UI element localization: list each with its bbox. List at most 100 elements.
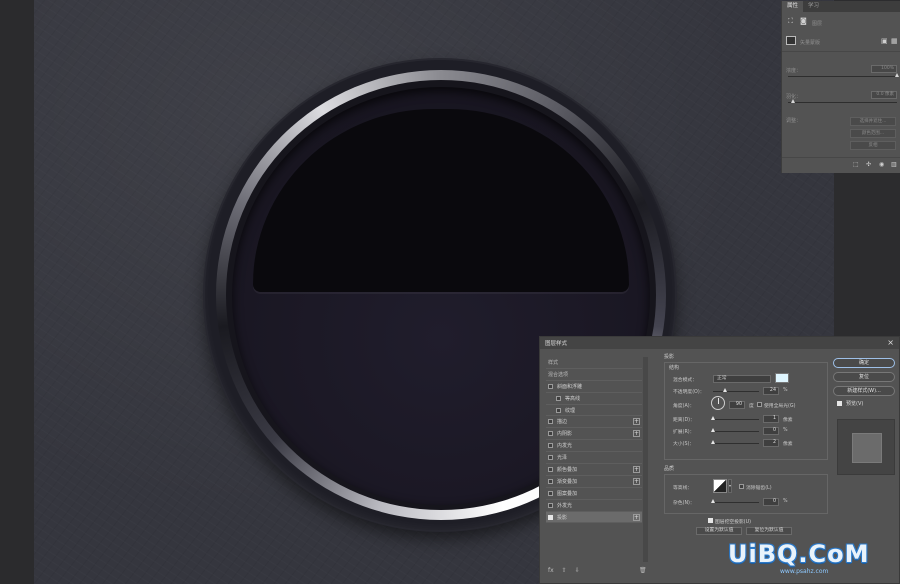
- close-icon[interactable]: ×: [887, 339, 894, 347]
- tab-properties[interactable]: 属性: [782, 1, 804, 12]
- style-preview-swatch: [853, 434, 881, 462]
- density-slider[interactable]: [788, 73, 899, 77]
- style-item[interactable]: 颜色叠加 +: [546, 464, 642, 476]
- distance-label: 距离(D)：: [673, 418, 695, 423]
- opacity-slider[interactable]: [713, 388, 759, 392]
- style-item[interactable]: 混合选项: [546, 369, 642, 381]
- style-item[interactable]: 外发光: [546, 500, 642, 512]
- style-checkbox[interactable]: [548, 431, 553, 437]
- color-range-button[interactable]: 颜色范围...: [850, 129, 896, 138]
- ok-button[interactable]: 确定: [833, 358, 895, 368]
- distance-knob[interactable]: [711, 416, 715, 420]
- density-value[interactable]: 100%: [871, 65, 897, 73]
- angle-dial[interactable]: [711, 396, 725, 410]
- add-style-icon[interactable]: +: [633, 513, 640, 521]
- noise-input[interactable]: 0: [763, 498, 779, 506]
- dialog-buttons: 确定 复位 新建样式(W)... 预览(V): [833, 358, 895, 407]
- style-item[interactable]: 光泽: [546, 452, 642, 465]
- size-input[interactable]: 2: [763, 439, 779, 447]
- noise-slider[interactable]: [711, 499, 759, 503]
- style-checkbox[interactable]: [548, 514, 553, 520]
- distance-unit: 像素: [783, 418, 793, 423]
- style-item-label: 纹理: [565, 407, 576, 414]
- distance-input[interactable]: 1: [763, 415, 779, 423]
- knockout-checkbox[interactable]: [708, 518, 713, 523]
- feather-slider[interactable]: [788, 99, 897, 103]
- reset-default-button[interactable]: 复位为默认值: [746, 527, 792, 535]
- style-checkbox[interactable]: [548, 383, 553, 389]
- cancel-button[interactable]: 复位: [833, 372, 895, 382]
- style-item[interactable]: 等高线: [546, 393, 642, 405]
- style-item[interactable]: 图案叠加: [546, 488, 642, 500]
- pixel-mask-icon[interactable]: ⛶: [788, 18, 793, 25]
- vector-mask-icon[interactable]: ◙: [800, 18, 807, 25]
- add-mask-icon[interactable]: ▣: [881, 38, 888, 45]
- size-knob[interactable]: [711, 440, 715, 444]
- style-item-label: 内发光: [557, 443, 573, 450]
- antialias-checkbox[interactable]: [739, 484, 744, 489]
- style-item-label: 外发光: [557, 502, 573, 509]
- spread-input[interactable]: 0: [763, 427, 779, 435]
- style-checkbox[interactable]: [548, 466, 553, 472]
- style-item[interactable]: 斜面和浮雕: [546, 381, 642, 393]
- style-item[interactable]: 渐变叠加 +: [546, 476, 642, 488]
- visibility-icon[interactable]: ◉: [879, 161, 884, 168]
- move-down-icon[interactable]: ⇩: [575, 567, 580, 574]
- spread-slider[interactable]: [711, 428, 759, 432]
- new-style-button[interactable]: 新建样式(W)...: [833, 386, 895, 396]
- angle-input[interactable]: 90: [729, 401, 745, 409]
- dialog-titlebar[interactable]: 图层样式 ×: [540, 337, 899, 349]
- style-checkbox[interactable]: [548, 443, 553, 449]
- angle-label: 角度(A)：: [673, 404, 695, 409]
- invert-button[interactable]: 反相: [850, 141, 896, 150]
- style-checkbox[interactable]: [548, 502, 553, 508]
- contour-dropdown[interactable]: ▾: [728, 479, 732, 493]
- density-knob[interactable]: [895, 73, 899, 77]
- apply-mask-icon[interactable]: ▦: [891, 38, 898, 45]
- noise-knob[interactable]: [711, 499, 715, 503]
- style-checkbox[interactable]: [556, 395, 561, 401]
- tab-learn[interactable]: 学习: [803, 1, 824, 12]
- style-item[interactable]: 纹理: [546, 405, 642, 417]
- distance-slider[interactable]: [711, 416, 759, 420]
- add-style-icon[interactable]: +: [633, 466, 640, 474]
- opacity-knob[interactable]: [723, 388, 727, 392]
- contour-label: 等高线：: [673, 486, 693, 491]
- style-item-label: 渐变叠加: [557, 478, 578, 485]
- global-light-checkbox[interactable]: [757, 402, 762, 407]
- blend-mode-select[interactable]: 正常: [713, 375, 771, 383]
- add-style-icon[interactable]: +: [633, 477, 640, 485]
- style-item[interactable]: 样式: [546, 357, 642, 369]
- select-and-mask-button[interactable]: 选择并遮住...: [850, 117, 896, 126]
- make-default-button[interactable]: 设置为默认值: [696, 527, 742, 535]
- apply-icon[interactable]: ✣: [866, 161, 871, 168]
- add-style-icon[interactable]: +: [633, 430, 640, 438]
- load-selection-icon[interactable]: ⬚: [853, 161, 859, 168]
- style-checkbox[interactable]: [548, 490, 553, 496]
- style-item[interactable]: 描边 +: [546, 416, 642, 429]
- delete-mask-icon[interactable]: ▥: [891, 161, 897, 168]
- style-item[interactable]: 内发光: [546, 440, 642, 453]
- move-up-icon[interactable]: ⇧: [562, 567, 567, 574]
- angle-unit: 度: [749, 404, 754, 409]
- contour-thumbnail[interactable]: [713, 479, 727, 493]
- styles-scrollbar[interactable]: [643, 357, 648, 562]
- feather-value[interactable]: 0.0 像素: [871, 91, 897, 99]
- preview-checkbox[interactable]: [837, 401, 842, 406]
- style-checkbox[interactable]: [548, 419, 553, 425]
- spread-knob[interactable]: [711, 428, 715, 432]
- feather-knob[interactable]: [791, 99, 795, 103]
- style-checkbox[interactable]: [548, 455, 553, 461]
- shadow-color-swatch[interactable]: [775, 373, 789, 383]
- opacity-input[interactable]: 24: [763, 387, 779, 395]
- fx-icon[interactable]: fx: [548, 567, 554, 574]
- style-item[interactable]: 投影 +: [546, 511, 642, 524]
- trash-icon[interactable]: 🗑: [639, 567, 647, 574]
- styles-list: 样式 混合选项 斜面和浮雕 等高线纹理描边 + 内阴影 + 内发光光泽 颜色叠加 + 渐变叠加 + 图案…: [546, 357, 642, 547]
- style-checkbox[interactable]: [556, 407, 561, 413]
- size-slider[interactable]: [711, 440, 759, 444]
- style-checkbox[interactable]: [548, 478, 553, 484]
- style-item[interactable]: 内阴影 +: [546, 428, 642, 441]
- style-preview: [837, 419, 895, 475]
- add-style-icon[interactable]: +: [633, 418, 640, 426]
